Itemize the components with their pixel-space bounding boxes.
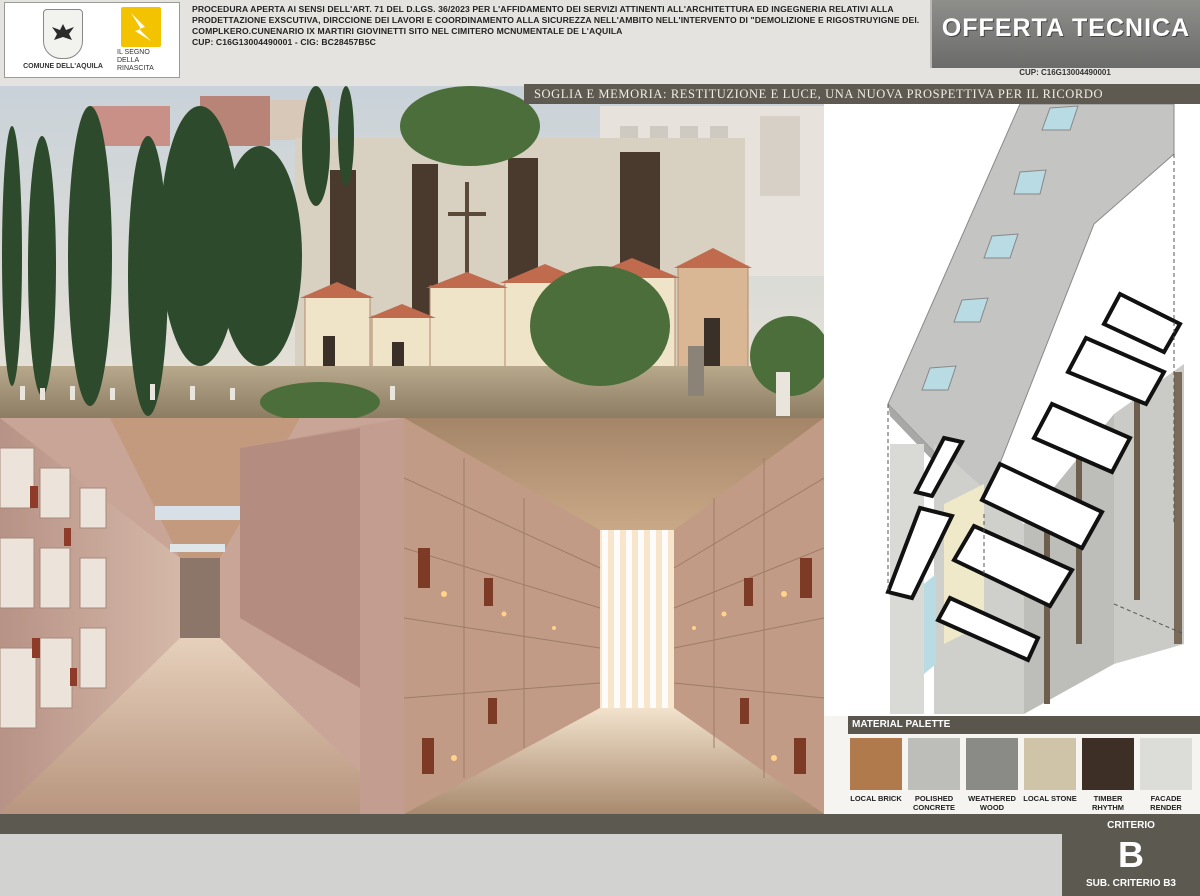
bottom-band	[0, 834, 1062, 896]
exterior-render-image	[0, 86, 824, 418]
page-title: OFFERTA TECNICA	[941, 14, 1191, 42]
corridor-render-image	[0, 418, 404, 814]
criterio-letter: B	[1118, 834, 1144, 875]
rinascita-logo: IL SEGNO DELLA RINASCITA	[117, 7, 173, 77]
rinascita-name: IL SEGNO DELLA RINASCITA	[117, 49, 154, 72]
material-swatch	[850, 738, 902, 790]
subtitle-banner: SOGLIA E MEMORIA: RESTITUZIONE E LUCE, U…	[524, 84, 1200, 104]
title-box: OFFERTA TECNICA	[930, 0, 1200, 68]
material-label: WEATHERED WOOD	[968, 794, 1016, 812]
eagle-icon	[52, 24, 74, 40]
header: COMUNE DELL'AQUILA IL SEGNO DELLA RINASC…	[0, 0, 1200, 86]
material-label: LOCAL STONE	[1023, 794, 1077, 803]
procedure-text-block: PROCEDURA APERTA AI SENSI DELL'ART. 71 D…	[192, 4, 922, 48]
subtitle-text: SOGLIA E MEMORIA: RESTITUZIONE E LUCE, U…	[534, 87, 1104, 101]
criterio-box: CRITERIO B SUB. CRITERIO B3	[1062, 814, 1200, 896]
material-label: FACADE RENDER	[1150, 794, 1182, 812]
procedure-text: PROCEDURA APERTA AI SENSI DELL'ART. 71 D…	[192, 4, 920, 36]
comune-name: COMUNE DELL'AQUILA	[23, 63, 103, 70]
codes-text: CUP: C16G13004490001 - CIG: BC28457B5C	[192, 37, 376, 47]
comune-seal-icon	[43, 9, 83, 59]
material-swatch	[1082, 738, 1134, 790]
comune-logo: COMUNE DELL'AQUILA	[13, 7, 103, 77]
axonometric-drawing	[824, 103, 1200, 716]
logo-box: COMUNE DELL'AQUILA IL SEGNO DELLA RINASC…	[4, 2, 180, 78]
palette-title: MATERIAL PALETTE	[852, 719, 951, 730]
rinascita-lightning-icon	[121, 7, 161, 47]
cup-code: CUP: C16G13004490001	[1019, 68, 1111, 77]
criterio-label: CRITERIO	[1107, 820, 1155, 831]
material-swatch	[1024, 738, 1076, 790]
material-label: TIMBER RHYTHM	[1091, 794, 1125, 812]
material-label: POLISHED CONCRETE	[912, 794, 956, 812]
palette-title-bar: MATERIAL PALETTE	[848, 716, 1200, 734]
material-swatch	[1140, 738, 1192, 790]
material-palette: MATERIAL PALETTE LOCAL BRICK POLISHED CON…	[824, 716, 1200, 814]
light-corridor-render-image	[404, 418, 824, 814]
subcriterio-label: SUB. CRITERIO B3	[1085, 878, 1176, 889]
bottom-strip	[0, 814, 1200, 834]
material-label: LOCAL BRICK	[850, 794, 902, 803]
material-swatch	[908, 738, 960, 790]
material-swatch	[966, 738, 1018, 790]
